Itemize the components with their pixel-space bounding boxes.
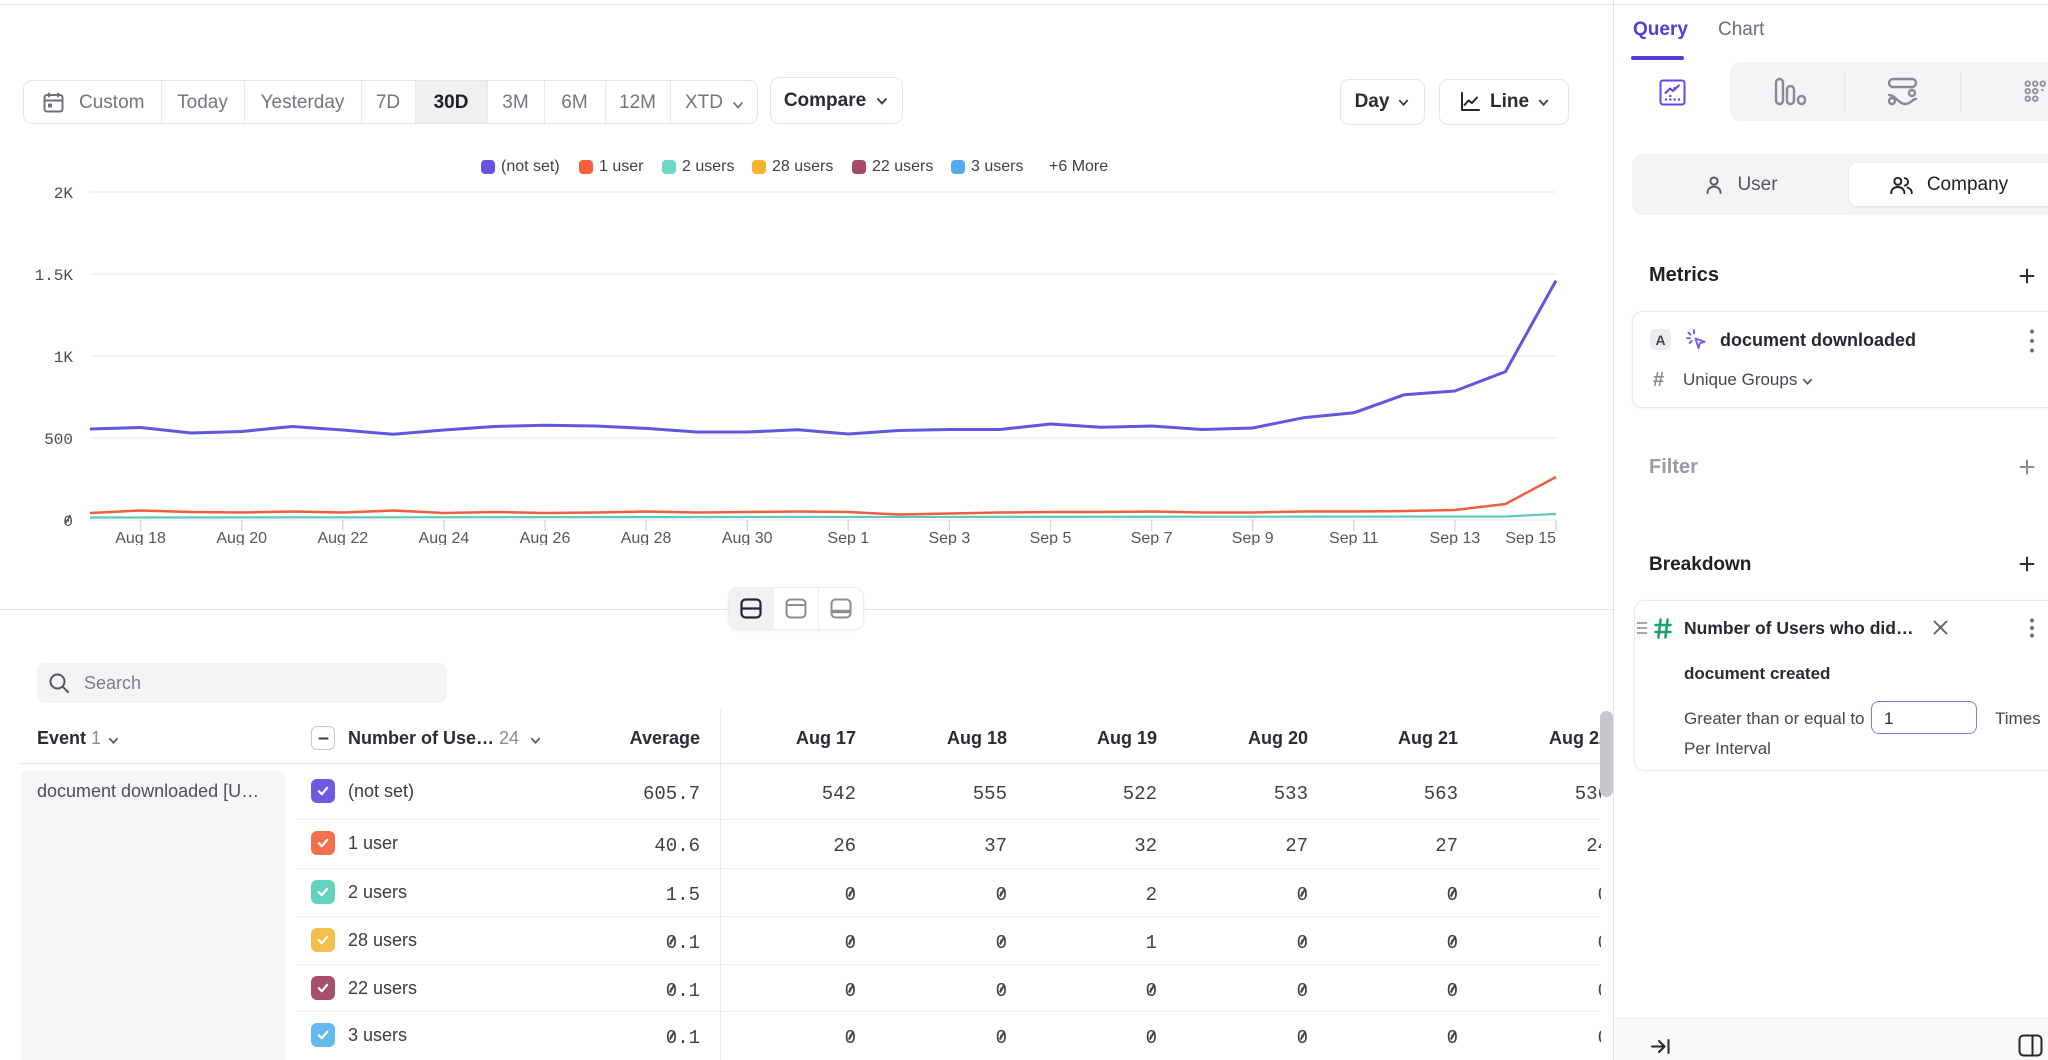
svg-text:1K: 1K <box>54 349 74 367</box>
svg-text:0: 0 <box>63 513 73 531</box>
svg-text:1.5K: 1.5K <box>35 267 74 285</box>
svg-text:Aug 26: Aug 26 <box>520 530 571 545</box>
svg-text:Aug 18: Aug 18 <box>115 530 166 545</box>
svg-text:500: 500 <box>44 431 73 449</box>
svg-text:Sep 5: Sep 5 <box>1030 530 1072 545</box>
svg-text:Sep 9: Sep 9 <box>1232 530 1274 545</box>
svg-text:2K: 2K <box>54 185 74 203</box>
svg-text:Aug 22: Aug 22 <box>317 530 368 545</box>
svg-text:Sep 7: Sep 7 <box>1131 530 1173 545</box>
svg-text:Aug 20: Aug 20 <box>216 530 267 545</box>
svg-text:Sep 1: Sep 1 <box>827 530 869 545</box>
svg-text:Aug 30: Aug 30 <box>722 530 773 545</box>
svg-text:Sep 15: Sep 15 <box>1505 530 1556 545</box>
svg-text:Sep 11: Sep 11 <box>1329 530 1379 545</box>
svg-text:Aug 24: Aug 24 <box>419 530 470 545</box>
svg-text:Aug 28: Aug 28 <box>621 530 672 545</box>
svg-text:Sep 13: Sep 13 <box>1430 530 1481 545</box>
svg-text:Sep 3: Sep 3 <box>928 530 970 545</box>
